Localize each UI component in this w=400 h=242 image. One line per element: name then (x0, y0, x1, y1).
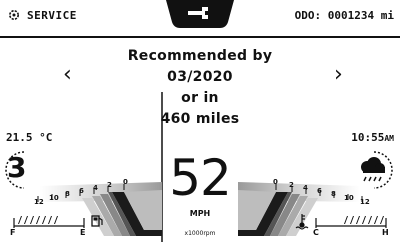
service-message-line1: Recommended by (127, 48, 273, 64)
temp-hot-label: H (382, 228, 389, 237)
left-rpm-labels: 12 10 8 6 4 2 0 (34, 172, 134, 206)
rpm-label: 4 (93, 184, 98, 192)
rpm-label: 6 (317, 187, 322, 195)
rpm-label: 4 (303, 184, 308, 192)
service-due-distance: 460 miles (160, 111, 240, 127)
ambient-temperature: 21.5 °C (6, 131, 53, 144)
service-due-date: 03/2020 (167, 69, 233, 85)
rpm-label: 8 (331, 190, 336, 198)
odometer-label: ODO: (294, 9, 322, 22)
rpm-label: 10 (344, 194, 354, 202)
clock-suffix: AM (384, 134, 394, 143)
temp-cold-label: C (313, 228, 319, 237)
right-rpm-labels: 0 2 4 6 8 10 12 (268, 172, 378, 206)
rpm-label: 2 (107, 181, 112, 189)
rpm-unit: x1000rpm (184, 230, 216, 237)
rpm-label: 12 (34, 198, 44, 206)
rpm-label: 8 (65, 190, 70, 198)
odometer-unit: mi (380, 9, 394, 22)
rpm-label: 2 (289, 181, 294, 189)
odometer-value: 0001234 (327, 9, 375, 22)
clock: 10:55AM (351, 131, 394, 144)
rpm-label: 6 (79, 187, 84, 195)
prev-arrow-icon[interactable]: ‹ (63, 64, 72, 86)
rpm-label: 0 (273, 178, 278, 186)
odometer: ODO: 0001234 mi (295, 9, 394, 22)
service-message-line3: or in (181, 90, 219, 106)
speed-value: 52 (169, 149, 232, 207)
service-message: Recommended by 03/2020 or in 460 miles (110, 46, 290, 130)
fuel-gauge (13, 215, 103, 228)
rpm-label: 0 (123, 178, 128, 186)
speed-unit: MPH (189, 209, 211, 218)
rpm-label: 12 (360, 198, 370, 206)
instrument-cluster-display: SERVICE ODO: 0001234 mi Recommended by 0… (0, 0, 400, 242)
clock-time: 10:55 (351, 131, 385, 144)
engine-temp-gauge (295, 214, 387, 230)
rpm-label: 10 (49, 194, 59, 202)
service-indicator: SERVICE (7, 8, 77, 22)
service-label: SERVICE (27, 8, 77, 22)
gear-icon (9, 10, 19, 20)
next-arrow-icon[interactable]: › (334, 64, 343, 86)
fuel-empty-label: E (80, 228, 86, 237)
fuel-full-label: F (10, 228, 16, 237)
